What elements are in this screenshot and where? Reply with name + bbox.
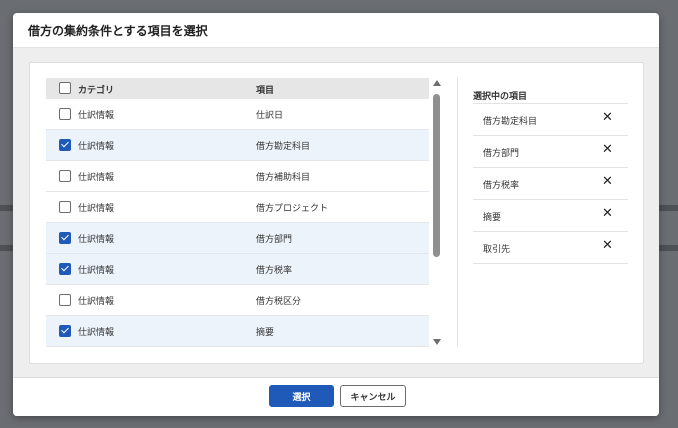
table-row[interactable]: 仕訳情報 借方部門 xyxy=(46,223,429,254)
row-item: 借方プロジェクト xyxy=(256,204,329,214)
cancel-button[interactable]: キャンセル xyxy=(340,385,406,407)
selected-items-title: 選択中の項目 xyxy=(473,83,628,104)
dialog-body: カテゴリ 項目 仕訳情報 仕訳日 仕訳情報 借方勘定科目 仕訳情報 借方補助科目 仕訳情報借… xyxy=(13,48,659,378)
row-item: 借方税率 xyxy=(256,266,293,276)
row-category: 仕訳情報 xyxy=(78,173,115,183)
row-item: 借方補助科目 xyxy=(256,173,311,183)
select-items-dialog: 借方の集約条件とする項目を選択 カテゴリ 項目 仕訳情報 仕訳日 仕訳情報 借方勘定科… xyxy=(13,13,659,416)
row-category: 仕訳情報 xyxy=(78,142,115,152)
items-table: カテゴリ 項目 仕訳情報 仕訳日 仕訳情報 借方勘定科目 仕訳情報 借方補助科目 仕訳情報借… xyxy=(46,78,429,348)
selected-items-panel: 選択中の項目 借方勘定科目 ✕ 借方部門 ✕ 借方税率 ✕ 摘要 ✕ 取引先 ✕ xyxy=(473,83,628,264)
row-checkbox[interactable] xyxy=(59,263,71,275)
table-row[interactable]: 仕訳情報 借方税率 xyxy=(46,254,429,285)
selected-item: 借方部門 ✕ xyxy=(473,136,628,168)
close-icon[interactable]: ✕ xyxy=(602,206,613,221)
table-row[interactable]: 仕訳情報 借方補助科目 xyxy=(46,161,429,192)
scroll-up-arrow[interactable] xyxy=(433,80,441,86)
selected-item-label: 摘要 xyxy=(483,213,502,223)
row-checkbox[interactable] xyxy=(59,325,71,337)
row-checkbox[interactable] xyxy=(59,108,71,120)
selected-item-label: 借方勘定科目 xyxy=(483,117,538,127)
panel-divider xyxy=(457,78,458,347)
close-icon[interactable]: ✕ xyxy=(602,110,613,125)
selected-item: 借方税率 ✕ xyxy=(473,168,628,200)
row-category: 仕訳情報 xyxy=(78,266,115,276)
row-checkbox[interactable] xyxy=(59,139,71,151)
row-item: 借方税区分 xyxy=(256,297,302,307)
dialog-title: 借方の集約条件とする項目を選択 xyxy=(28,24,208,38)
row-checkbox[interactable] xyxy=(59,232,71,244)
column-header-item: 項目 xyxy=(256,86,275,96)
column-header-category: カテゴリ xyxy=(78,86,115,96)
row-category: 仕訳情報 xyxy=(78,328,115,338)
scroll-down-arrow[interactable] xyxy=(433,339,441,345)
close-icon[interactable]: ✕ xyxy=(602,174,613,189)
selected-items-list: 借方勘定科目 ✕ 借方部門 ✕ 借方税率 ✕ 摘要 ✕ 取引先 ✕ xyxy=(473,104,628,264)
row-category: 仕訳情報 xyxy=(78,235,115,245)
row-category: 仕訳情報 xyxy=(78,297,115,307)
selection-panel: カテゴリ 項目 仕訳情報 仕訳日 仕訳情報 借方勘定科目 仕訳情報 借方補助科目 仕訳情報借… xyxy=(29,62,644,364)
table-row[interactable]: 仕訳情報 借方勘定科目 xyxy=(46,130,429,161)
table-row[interactable]: 仕訳情報 借方プロジェクト xyxy=(46,192,429,223)
select-button[interactable]: 選択 xyxy=(269,385,334,407)
row-item: 仕訳日 xyxy=(256,111,284,121)
selected-item: 取引先 ✕ xyxy=(473,232,628,264)
row-category: 仕訳情報 xyxy=(78,204,115,214)
selected-item: 摘要 ✕ xyxy=(473,200,628,232)
table-header: カテゴリ 項目 xyxy=(46,78,429,99)
table-row[interactable]: 仕訳情報 借方税区分 xyxy=(46,285,429,316)
scrollbar-thumb[interactable] xyxy=(433,94,440,257)
close-icon[interactable]: ✕ xyxy=(602,142,613,157)
selected-item-label: 取引先 xyxy=(483,245,511,255)
close-icon[interactable]: ✕ xyxy=(602,238,613,253)
selected-item-label: 借方税率 xyxy=(483,181,520,191)
table-row[interactable]: 仕訳情報 仕訳日 xyxy=(46,99,429,130)
row-checkbox[interactable] xyxy=(59,294,71,306)
selected-item-label: 借方部門 xyxy=(483,149,520,159)
select-all-checkbox[interactable] xyxy=(59,82,71,94)
row-checkbox[interactable] xyxy=(59,201,71,213)
selected-item: 借方勘定科目 ✕ xyxy=(473,104,628,136)
row-category: 仕訳情報 xyxy=(78,111,115,121)
table-row[interactable]: 仕訳情報 摘要 xyxy=(46,316,429,347)
dialog-header: 借方の集約条件とする項目を選択 xyxy=(13,13,659,48)
dialog-footer: 選択 キャンセル xyxy=(13,377,659,416)
row-item: 借方部門 xyxy=(256,235,293,245)
row-checkbox[interactable] xyxy=(59,170,71,182)
row-item: 摘要 xyxy=(256,328,275,338)
row-item: 借方勘定科目 xyxy=(256,142,311,152)
